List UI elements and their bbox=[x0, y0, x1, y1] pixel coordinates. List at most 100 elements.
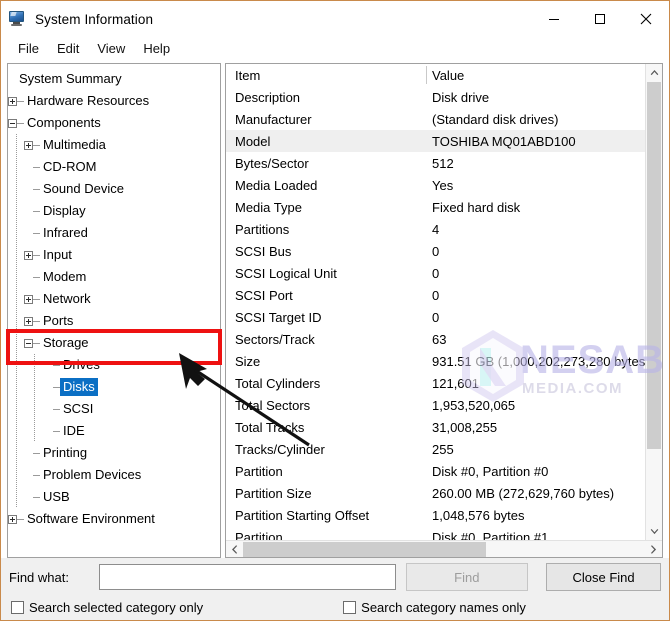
tree-connector bbox=[33, 254, 40, 256]
table-row[interactable]: Tracks/Cylinder 255 bbox=[226, 438, 645, 460]
column-header-item[interactable]: Item bbox=[226, 68, 429, 83]
tree-item-usb[interactable]: USB bbox=[8, 486, 220, 508]
details-horizontal-scrollbar[interactable] bbox=[226, 540, 662, 557]
table-row[interactable]: Partition Starting Offset 1,048,576 bytes bbox=[226, 504, 645, 526]
search-selected-category-checkbox[interactable]: Search selected category only bbox=[11, 600, 203, 615]
column-header-value[interactable]: Value bbox=[429, 68, 645, 83]
tree-connector bbox=[53, 430, 60, 432]
table-row[interactable]: Sectors/Track 63 bbox=[226, 328, 645, 350]
row-item-cell: SCSI Port bbox=[235, 287, 293, 303]
close-find-button[interactable]: Close Find bbox=[546, 563, 661, 591]
table-row[interactable]: Manufacturer (Standard disk drives) bbox=[226, 108, 645, 130]
table-row[interactable]: Description Disk drive bbox=[226, 86, 645, 108]
scroll-down-icon[interactable] bbox=[646, 523, 662, 540]
tree-item-components[interactable]: Components bbox=[8, 112, 220, 134]
tree-item-hardware-resources[interactable]: Hardware Resources bbox=[8, 90, 220, 112]
checkbox-label: Search category names only bbox=[361, 599, 526, 615]
row-item-cell: Sectors/Track bbox=[235, 331, 315, 347]
find-bar: Find what: Find Close Find Search select… bbox=[1, 558, 669, 620]
tree-item-network[interactable]: Network bbox=[8, 288, 220, 310]
expand-icon[interactable] bbox=[24, 294, 33, 304]
table-row[interactable]: Partition Disk #0, Partition #0 bbox=[226, 460, 645, 482]
tree-item-label: Software Environment bbox=[27, 511, 155, 526]
maximize-button[interactable] bbox=[577, 1, 623, 37]
table-row[interactable]: SCSI Port 0 bbox=[226, 284, 645, 306]
tree-item-sound-device[interactable]: Sound Device bbox=[8, 178, 220, 200]
tree-item-input[interactable]: Input bbox=[8, 244, 220, 266]
tree-indent-guide bbox=[8, 200, 24, 222]
tree-item-ide[interactable]: IDE bbox=[8, 420, 220, 442]
collapse-icon[interactable] bbox=[8, 118, 17, 128]
row-value-cell: Disk drive bbox=[432, 89, 490, 105]
table-row[interactable]: Model TOSHIBA MQ01ABD100 bbox=[226, 130, 645, 152]
table-row[interactable]: Media Type Fixed hard disk bbox=[226, 196, 645, 218]
row-value-cell: TOSHIBA MQ01ABD100 bbox=[432, 133, 576, 149]
minimize-button[interactable] bbox=[531, 1, 577, 37]
scroll-left-icon[interactable] bbox=[226, 541, 243, 558]
tree-item-system-summary[interactable]: System Summary bbox=[8, 68, 220, 90]
table-row[interactable]: SCSI Target ID 0 bbox=[226, 306, 645, 328]
table-row[interactable]: Total Sectors 1,953,520,065 bbox=[226, 394, 645, 416]
row-item-cell: Total Cylinders bbox=[235, 375, 321, 391]
table-row[interactable]: Partitions 4 bbox=[226, 218, 645, 240]
tree-indent-guide bbox=[8, 222, 24, 244]
table-row[interactable]: Media Loaded Yes bbox=[226, 174, 645, 196]
checkbox-box[interactable] bbox=[11, 600, 24, 614]
tree-item-modem[interactable]: Modem bbox=[8, 266, 220, 288]
table-row[interactable]: Bytes/Sector 512 bbox=[226, 152, 645, 174]
tree-indent-guide bbox=[8, 178, 24, 200]
tree-item-problem-devices[interactable]: Problem Devices bbox=[8, 464, 220, 486]
tree-item-display[interactable]: Display bbox=[8, 200, 220, 222]
expand-icon[interactable] bbox=[24, 250, 33, 260]
column-divider[interactable] bbox=[426, 66, 427, 84]
table-row[interactable]: Total Cylinders 121,601 bbox=[226, 372, 645, 394]
tree-item-multimedia[interactable]: Multimedia bbox=[8, 134, 220, 156]
tree-item-ports[interactable]: Ports bbox=[8, 310, 220, 332]
scroll-up-icon[interactable] bbox=[646, 64, 662, 81]
tree-item-scsi[interactable]: SCSI bbox=[8, 398, 220, 420]
expand-icon[interactable] bbox=[24, 140, 33, 150]
expand-icon[interactable] bbox=[24, 316, 33, 326]
find-what-label: Find what: bbox=[9, 569, 69, 585]
expand-icon[interactable] bbox=[8, 514, 17, 524]
tree-connector bbox=[33, 496, 40, 498]
details-vertical-scrollbar[interactable] bbox=[645, 64, 662, 540]
vertical-scroll-thumb[interactable] bbox=[647, 82, 661, 449]
menu-item-edit[interactable]: Edit bbox=[48, 40, 88, 57]
menu-item-view[interactable]: View bbox=[88, 40, 134, 57]
find-button[interactable]: Find bbox=[405, 563, 529, 591]
find-input[interactable] bbox=[98, 564, 396, 590]
tree-item-drives[interactable]: Drives bbox=[8, 354, 220, 376]
row-value-cell: Yes bbox=[432, 177, 454, 193]
tree-item-storage[interactable]: Storage bbox=[8, 332, 220, 354]
tree-indent-guide bbox=[8, 288, 24, 310]
collapse-icon[interactable] bbox=[24, 338, 33, 348]
tree-item-printing[interactable]: Printing bbox=[8, 442, 220, 464]
tree-item-cd-rom[interactable]: CD-ROM bbox=[8, 156, 220, 178]
row-value-cell: 0 bbox=[432, 287, 440, 303]
expand-icon[interactable] bbox=[8, 96, 17, 106]
tree-indent-guide bbox=[8, 464, 24, 486]
search-category-names-checkbox[interactable]: Search category names only bbox=[343, 600, 526, 615]
menu-item-file[interactable]: File bbox=[9, 40, 48, 57]
checkbox-box[interactable] bbox=[343, 600, 357, 614]
close-button[interactable] bbox=[623, 1, 669, 37]
menu-item-help[interactable]: Help bbox=[134, 40, 179, 57]
tree-item-software-environment[interactable]: Software Environment bbox=[8, 508, 220, 530]
table-row[interactable]: Size 931.51 GB (1,000,202,273,280 bytes) bbox=[226, 350, 645, 372]
tree-item-disks[interactable]: Disks bbox=[8, 376, 220, 398]
horizontal-scroll-track[interactable] bbox=[243, 541, 645, 558]
table-row[interactable]: SCSI Logical Unit 0 bbox=[226, 262, 645, 284]
row-value-cell: 121,601 bbox=[432, 375, 479, 391]
scroll-right-icon[interactable] bbox=[645, 541, 662, 558]
table-row[interactable]: Total Tracks 31,008,255 bbox=[226, 416, 645, 438]
window-title: System Information bbox=[35, 11, 154, 27]
row-item-cell: Media Type bbox=[235, 199, 302, 215]
horizontal-scroll-thumb[interactable] bbox=[243, 541, 486, 557]
tree-item-infrared[interactable]: Infrared bbox=[8, 222, 220, 244]
table-row[interactable]: SCSI Bus 0 bbox=[226, 240, 645, 262]
table-row[interactable]: Partition Disk #0, Partition #1 bbox=[226, 526, 645, 541]
tree-connector bbox=[17, 518, 24, 520]
table-row[interactable]: Partition Size 260.00 MB (272,629,760 byt… bbox=[226, 482, 645, 504]
row-item-cell: Media Loaded bbox=[235, 177, 318, 193]
